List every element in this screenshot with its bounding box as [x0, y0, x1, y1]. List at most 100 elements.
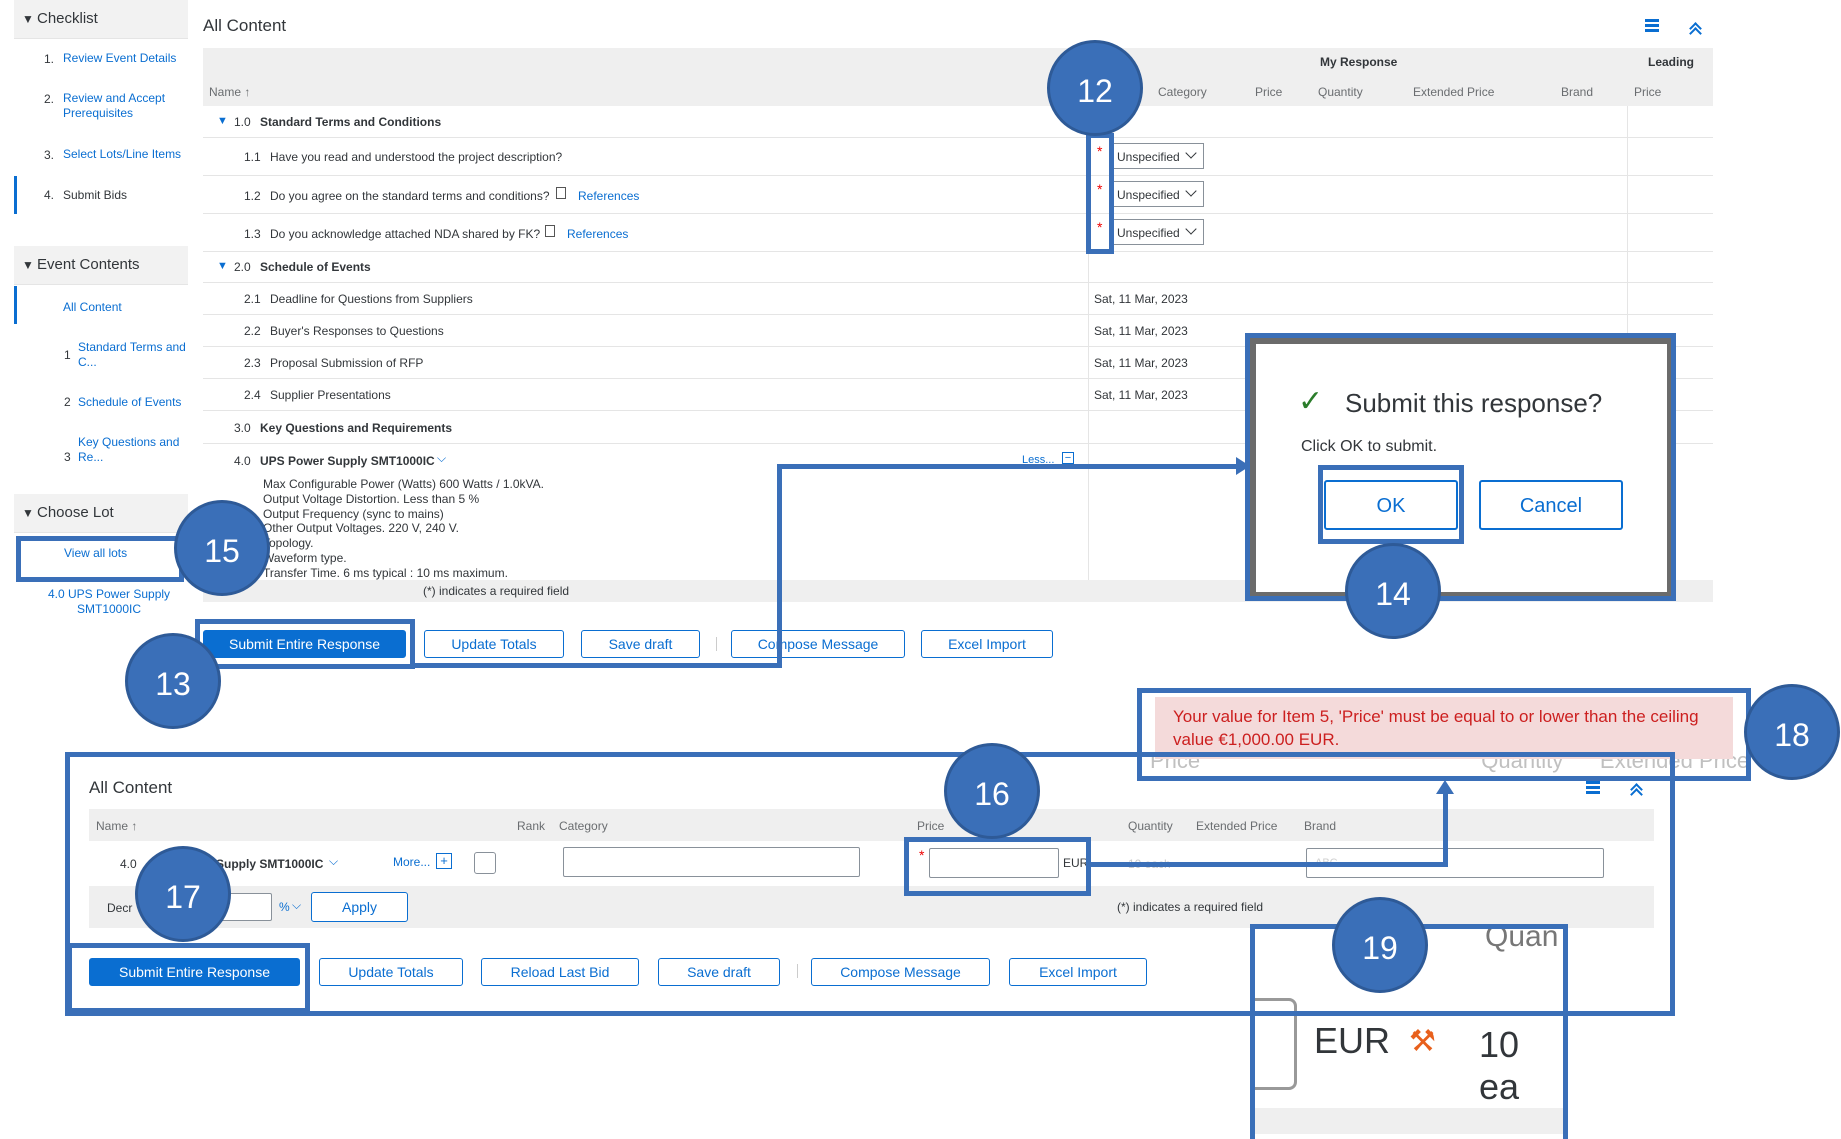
- row-num: 2.4: [244, 388, 261, 402]
- checklist-num: 4.: [44, 188, 55, 202]
- description-line: Waveform type.: [263, 550, 347, 565]
- event-item-schedule[interactable]: Schedule of Events: [78, 395, 181, 410]
- event-item-key-questions[interactable]: Key Questions and Re...: [78, 435, 183, 465]
- highlight-error-message: [1137, 688, 1751, 781]
- description-line: Output Frequency (sync to mains): [263, 506, 444, 521]
- col-category[interactable]: Category: [1158, 85, 1207, 99]
- item-description: Max Configurable Power (Watts) 600 Watts…: [263, 477, 544, 581]
- row-label: Supplier Presentations: [270, 388, 391, 402]
- row-label: Proposal Submission of RFP: [270, 356, 424, 370]
- callout-14: 14: [1345, 543, 1441, 639]
- chevron-down-icon: [1185, 185, 1197, 197]
- checklist-title: Checklist: [37, 10, 98, 27]
- row-label: Do you acknowledge attached NDA shared b…: [270, 227, 541, 241]
- event-contents-header[interactable]: ▼ Event Contents: [14, 246, 188, 285]
- excel-import-button[interactable]: Excel Import: [921, 630, 1053, 658]
- unspecified-select[interactable]: Unspecified: [1112, 143, 1204, 169]
- document-icon: [556, 187, 566, 199]
- event-contents-title: Event Contents: [37, 256, 140, 273]
- event-num: 3: [64, 450, 71, 464]
- lot-link[interactable]: 4.0 UPS Power Supply SMT1000IC: [44, 587, 174, 617]
- collapse-minus-icon[interactable]: −: [1062, 452, 1074, 464]
- row-label: Buyer's Responses to Questions: [270, 324, 444, 338]
- row-num: 2.2: [244, 324, 261, 338]
- document-icon: [545, 225, 555, 237]
- row-num: 1.0: [234, 115, 251, 129]
- event-num: 2: [64, 395, 71, 409]
- references-link[interactable]: References: [567, 227, 628, 241]
- col-leading-price[interactable]: Price: [1634, 85, 1661, 99]
- chevron-down-icon[interactable]: ⌵: [437, 451, 446, 466]
- chevron-down-icon: [1185, 147, 1197, 159]
- collapse-triangle-icon[interactable]: ▼: [22, 258, 34, 272]
- select-value: Unspecified: [1117, 188, 1180, 202]
- page-title: All Content: [203, 16, 287, 35]
- compose-message-button[interactable]: Compose Message: [731, 630, 905, 658]
- connector-line: [777, 464, 782, 668]
- col-brand[interactable]: Brand: [1561, 85, 1593, 99]
- callout-16: 16: [944, 743, 1040, 839]
- event-contents-all[interactable]: All Content: [63, 300, 122, 315]
- expand-triangle-icon[interactable]: ▼: [217, 260, 228, 272]
- connector-line: [415, 663, 782, 668]
- row-num: 3.0: [234, 421, 251, 435]
- callout-13: 13: [125, 633, 221, 729]
- row-num: 4.0: [234, 454, 251, 468]
- row-label: Schedule of Events: [260, 260, 371, 274]
- checklist-item-prerequisites[interactable]: Review and Accept Prerequisites: [63, 91, 175, 121]
- highlight-view-all-lots: [16, 536, 184, 582]
- references-link[interactable]: References: [578, 189, 639, 203]
- row-label: UPS Power Supply SMT1000IC: [260, 454, 435, 468]
- connector-line: [1091, 862, 1448, 867]
- col-price[interactable]: Price: [1255, 85, 1282, 99]
- col-quantity[interactable]: Quantity: [1318, 85, 1363, 99]
- unspecified-select[interactable]: Unspecified: [1112, 181, 1204, 207]
- callout-17: 17: [135, 846, 231, 942]
- choose-lot-header[interactable]: ▼ Choose Lot: [14, 494, 188, 533]
- select-value: Unspecified: [1117, 226, 1180, 240]
- collapse-triangle-icon[interactable]: ▼: [22, 506, 34, 520]
- update-totals-button[interactable]: Update Totals: [424, 630, 564, 658]
- col-extended-price[interactable]: Extended Price: [1413, 85, 1494, 99]
- row-num: 1.2: [244, 189, 261, 203]
- row-label: Standard Terms and Conditions: [260, 115, 442, 129]
- callout-19: 19: [1332, 897, 1428, 993]
- checklist-item-review-event[interactable]: Review Event Details: [63, 51, 183, 66]
- row-num: 1.3: [244, 227, 261, 241]
- row-num: 1.1: [244, 150, 261, 164]
- description-line: Transfer Time. 6 ms typical : 10 ms maxi…: [263, 565, 508, 580]
- callout-12: 12: [1047, 40, 1143, 136]
- description-line: Other Output Voltages. 220 V, 240 V.: [263, 521, 459, 536]
- connector-arrow: [1436, 780, 1454, 794]
- event-item-standard-terms[interactable]: Standard Terms and C...: [78, 340, 188, 370]
- checklist-item-submit-bids[interactable]: Submit Bids: [63, 188, 127, 202]
- connector-line: [777, 464, 1242, 469]
- active-indicator: [14, 176, 17, 214]
- highlight-submit-top: [195, 619, 415, 669]
- unspecified-select[interactable]: Unspecified: [1112, 219, 1204, 245]
- collapse-triangle-icon[interactable]: ▼: [22, 12, 34, 26]
- event-num: 1: [64, 348, 71, 362]
- connector-line: [1443, 787, 1448, 867]
- checklist-item-select-lots[interactable]: Select Lots/Line Items: [63, 147, 188, 162]
- callout-15: 15: [174, 500, 270, 596]
- description-line: Topology.: [263, 536, 314, 551]
- row-num: 2.3: [244, 356, 261, 370]
- checklist-num: 3.: [44, 148, 55, 162]
- expand-triangle-icon[interactable]: ▼: [217, 115, 228, 127]
- row-date: Sat, 11 Mar, 2023: [1094, 292, 1188, 306]
- save-draft-button[interactable]: Save draft: [581, 630, 700, 658]
- chevron-down-icon: [1185, 223, 1197, 235]
- highlight-dialog: [1245, 333, 1676, 601]
- required-note: (*) indicates a required field: [423, 584, 570, 598]
- col-name[interactable]: Name ↑: [209, 85, 250, 99]
- group-my-response: My Response: [1320, 55, 1398, 69]
- active-indicator: [14, 286, 17, 324]
- choose-lot-title: Choose Lot: [37, 504, 114, 521]
- table-view-icon[interactable]: [1645, 19, 1659, 32]
- checklist-header[interactable]: ▼ Checklist: [14, 0, 188, 39]
- highlight-required-markers: [1086, 133, 1114, 254]
- row-label: Deadline for Questions from Suppliers: [270, 292, 473, 306]
- separator: [716, 637, 717, 651]
- row-date: Sat, 11 Mar, 2023: [1094, 356, 1188, 370]
